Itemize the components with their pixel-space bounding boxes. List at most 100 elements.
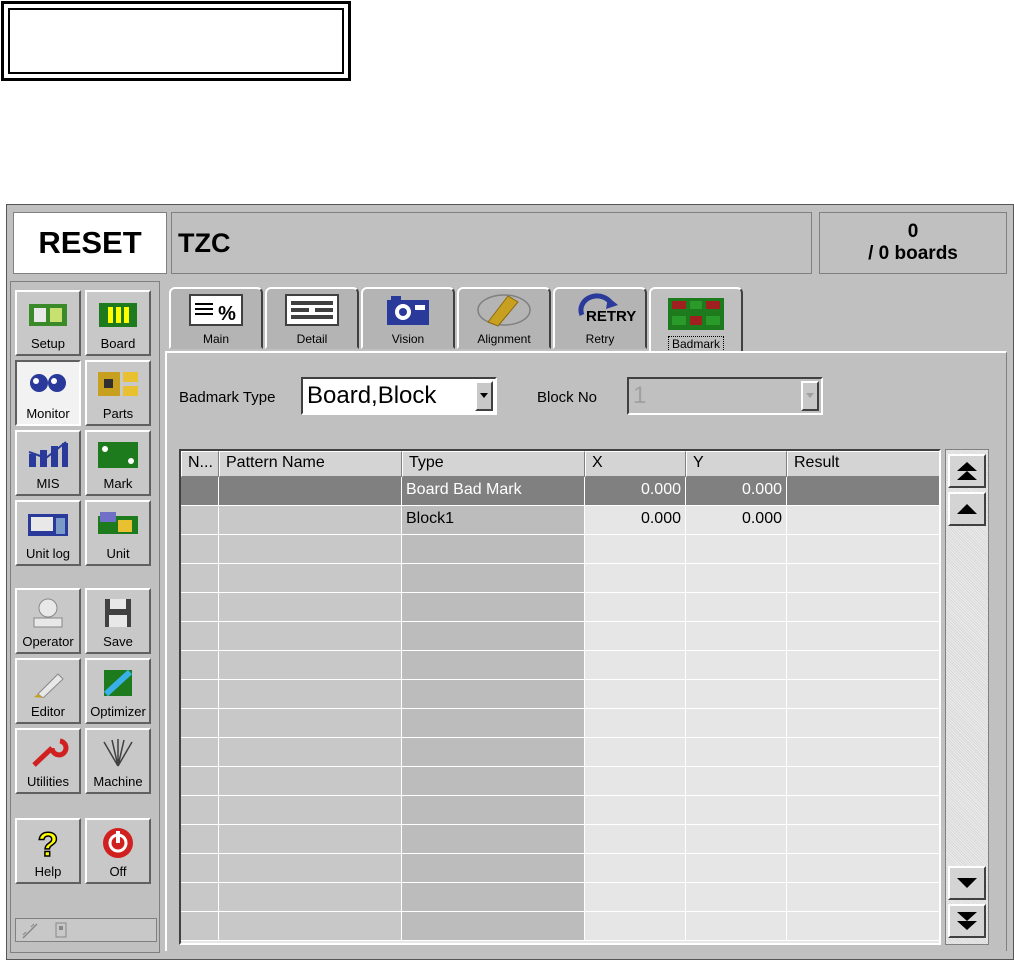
table-row-empty[interactable] bbox=[181, 738, 939, 767]
table-row-empty[interactable] bbox=[181, 680, 939, 709]
table-cell-pattern bbox=[219, 477, 402, 506]
table-cell-y bbox=[686, 825, 787, 854]
table-row-empty[interactable] bbox=[181, 535, 939, 564]
table-row-empty[interactable] bbox=[181, 651, 939, 680]
table-cell-y bbox=[686, 709, 787, 738]
board-count: 0 bbox=[907, 221, 919, 242]
column-header-x[interactable]: X bbox=[585, 451, 686, 477]
table-cell-type: Board Bad Mark bbox=[402, 477, 585, 506]
sidebar-button-help[interactable]: ? Help bbox=[15, 818, 81, 884]
column-header-type[interactable]: Type bbox=[402, 451, 585, 477]
sidebar-button-mis[interactable]: MIS bbox=[15, 430, 81, 496]
sidebar-button-board[interactable]: Board bbox=[85, 290, 151, 356]
table-cell-pattern bbox=[219, 825, 402, 854]
table-row-empty[interactable] bbox=[181, 709, 939, 738]
program-title: TZC bbox=[171, 212, 812, 274]
sidebar-button-save[interactable]: Save bbox=[85, 588, 151, 654]
table-cell-type bbox=[402, 854, 585, 883]
block-no-value: 1 bbox=[633, 382, 647, 409]
table-cell-x bbox=[585, 796, 686, 825]
tab-label: Badmark bbox=[667, 336, 725, 352]
tab-main[interactable]: % Main bbox=[169, 287, 263, 349]
table-cell-no bbox=[181, 738, 219, 767]
table-cell-pattern bbox=[219, 883, 402, 912]
sidebar-button-label: Editor bbox=[31, 704, 65, 719]
table-cell-x bbox=[585, 535, 686, 564]
sidebar-button-label: Unit log bbox=[25, 546, 71, 561]
tab-retry[interactable]: RETRY Retry bbox=[553, 287, 647, 349]
table-cell-x bbox=[585, 622, 686, 651]
sidebar-button-operator[interactable]: Operator bbox=[15, 588, 81, 654]
sidebar-button-label: Operator bbox=[22, 634, 74, 649]
chevron-down-icon[interactable] bbox=[475, 381, 493, 411]
tab-vision[interactable]: Vision bbox=[361, 287, 455, 349]
tab-detail[interactable]: Detail bbox=[265, 287, 359, 349]
table-cell-no bbox=[181, 535, 219, 564]
sidebar-button-monitor[interactable]: Monitor bbox=[15, 360, 81, 426]
table-row-empty[interactable] bbox=[181, 564, 939, 593]
table-cell-pattern bbox=[219, 622, 402, 651]
table-row[interactable]: Board Bad Mark 0.000 0.000 bbox=[181, 477, 939, 506]
block-no-label: Block No bbox=[537, 389, 598, 406]
board-icon bbox=[96, 298, 140, 332]
table-cell-result bbox=[787, 796, 939, 825]
help-icon: ? bbox=[26, 826, 70, 860]
main-icon: % bbox=[186, 290, 246, 330]
table-cell-result bbox=[787, 651, 939, 680]
sidebar-button-off[interactable]: Off bbox=[85, 818, 151, 884]
sidebar-button-setup[interactable]: Setup bbox=[15, 290, 81, 356]
table-cell-pattern bbox=[219, 912, 402, 941]
table-row-empty[interactable] bbox=[181, 796, 939, 825]
scroll-bottom-button[interactable] bbox=[948, 904, 986, 938]
block-no-select[interactable]: 1 bbox=[627, 377, 823, 415]
table-cell-type bbox=[402, 622, 585, 651]
column-header-pattern[interactable]: Pattern Name bbox=[219, 451, 402, 477]
table-cell-no bbox=[181, 854, 219, 883]
table-row-empty[interactable] bbox=[181, 912, 939, 941]
table-cell-no bbox=[181, 825, 219, 854]
sidebar-button-machine[interactable]: Machine bbox=[85, 728, 151, 794]
table-cell-type bbox=[402, 564, 585, 593]
table-cell-pattern bbox=[219, 738, 402, 767]
table-row-empty[interactable] bbox=[181, 622, 939, 651]
scroll-top-button[interactable] bbox=[948, 454, 986, 488]
sidebar-button-editor[interactable]: Editor bbox=[15, 658, 81, 724]
column-header-no[interactable]: N... bbox=[181, 451, 219, 477]
sidebar-button-unit[interactable]: Unit bbox=[85, 500, 151, 566]
sidebar-button-parts[interactable]: Parts bbox=[85, 360, 151, 426]
table-row-empty[interactable] bbox=[181, 825, 939, 854]
table-row-empty[interactable] bbox=[181, 593, 939, 622]
table-cell-x: 0.000 bbox=[585, 477, 686, 506]
table-cell-y bbox=[686, 796, 787, 825]
column-header-y[interactable]: Y bbox=[686, 451, 787, 477]
table-cell-type bbox=[402, 825, 585, 854]
table-cell-result bbox=[787, 912, 939, 941]
table-cell-y bbox=[686, 622, 787, 651]
table-cell-no bbox=[181, 680, 219, 709]
table-cell-x bbox=[585, 825, 686, 854]
sidebar-button-mark[interactable]: Mark bbox=[85, 430, 151, 496]
sidebar-button-unit-log[interactable]: Unit log bbox=[15, 500, 81, 566]
table-row-empty[interactable] bbox=[181, 767, 939, 796]
column-header-result[interactable]: Result bbox=[787, 451, 939, 477]
table-row[interactable]: Block1 0.000 0.000 bbox=[181, 506, 939, 535]
sidebar-button-label: Unit bbox=[106, 546, 130, 561]
tab-badmark[interactable]: Badmark bbox=[649, 287, 743, 353]
sidebar-button-optimizer[interactable]: Optimizer bbox=[85, 658, 151, 724]
monitor-icon bbox=[26, 368, 70, 402]
sidebar-button-label: Machine bbox=[93, 774, 143, 789]
table-cell-no bbox=[181, 651, 219, 680]
chevron-down-icon[interactable] bbox=[801, 381, 819, 411]
badmark-type-select[interactable]: Board,Block bbox=[301, 377, 497, 415]
sidebar-button-utilities[interactable]: Utilities bbox=[15, 728, 81, 794]
table-cell-no bbox=[181, 767, 219, 796]
tab-alignment[interactable]: Alignment bbox=[457, 287, 551, 349]
double-down-arrow-icon bbox=[957, 912, 977, 930]
table-cell-x bbox=[585, 912, 686, 941]
table-row-empty[interactable] bbox=[181, 854, 939, 883]
scroll-down-button[interactable] bbox=[948, 866, 986, 900]
optimizer-icon bbox=[96, 666, 140, 700]
scroll-up-button[interactable] bbox=[948, 492, 986, 526]
table-scrollbar[interactable] bbox=[945, 449, 989, 945]
table-row-empty[interactable] bbox=[181, 883, 939, 912]
